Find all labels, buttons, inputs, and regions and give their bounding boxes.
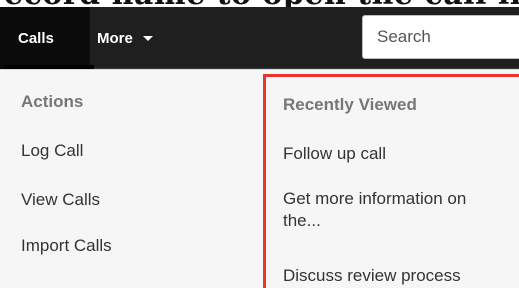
screenshot-stage: ecord name to open the call in de Calls … [0,0,519,288]
recently-viewed-header: Recently Viewed [283,95,417,114]
import-calls-link[interactable]: Import Calls [21,235,112,257]
calls-dropdown-menu: Actions Log Call View Calls Import Calls… [0,69,519,288]
view-calls-link[interactable]: View Calls [21,189,100,211]
tab-more-label: More [97,29,133,47]
tab-calls[interactable]: Calls [0,7,94,69]
actions-column: Actions Log Call View Calls Import Calls [0,70,262,288]
top-navbar: Calls More [0,7,519,69]
recent-item-discuss-review-process[interactable]: Discuss review process [283,265,461,287]
recent-item-follow-up-call[interactable]: Follow up call [283,143,386,165]
recent-item-get-more-information[interactable]: Get more information on the... [283,188,483,232]
actions-header: Actions [21,92,84,111]
tab-more[interactable]: More [95,7,195,69]
log-call-link[interactable]: Log Call [21,140,83,162]
search-input[interactable] [362,15,519,59]
caret-down-icon [142,35,153,41]
recently-viewed-panel: Recently Viewed Follow up call Get more … [263,74,519,288]
tab-calls-label: Calls [18,29,54,47]
